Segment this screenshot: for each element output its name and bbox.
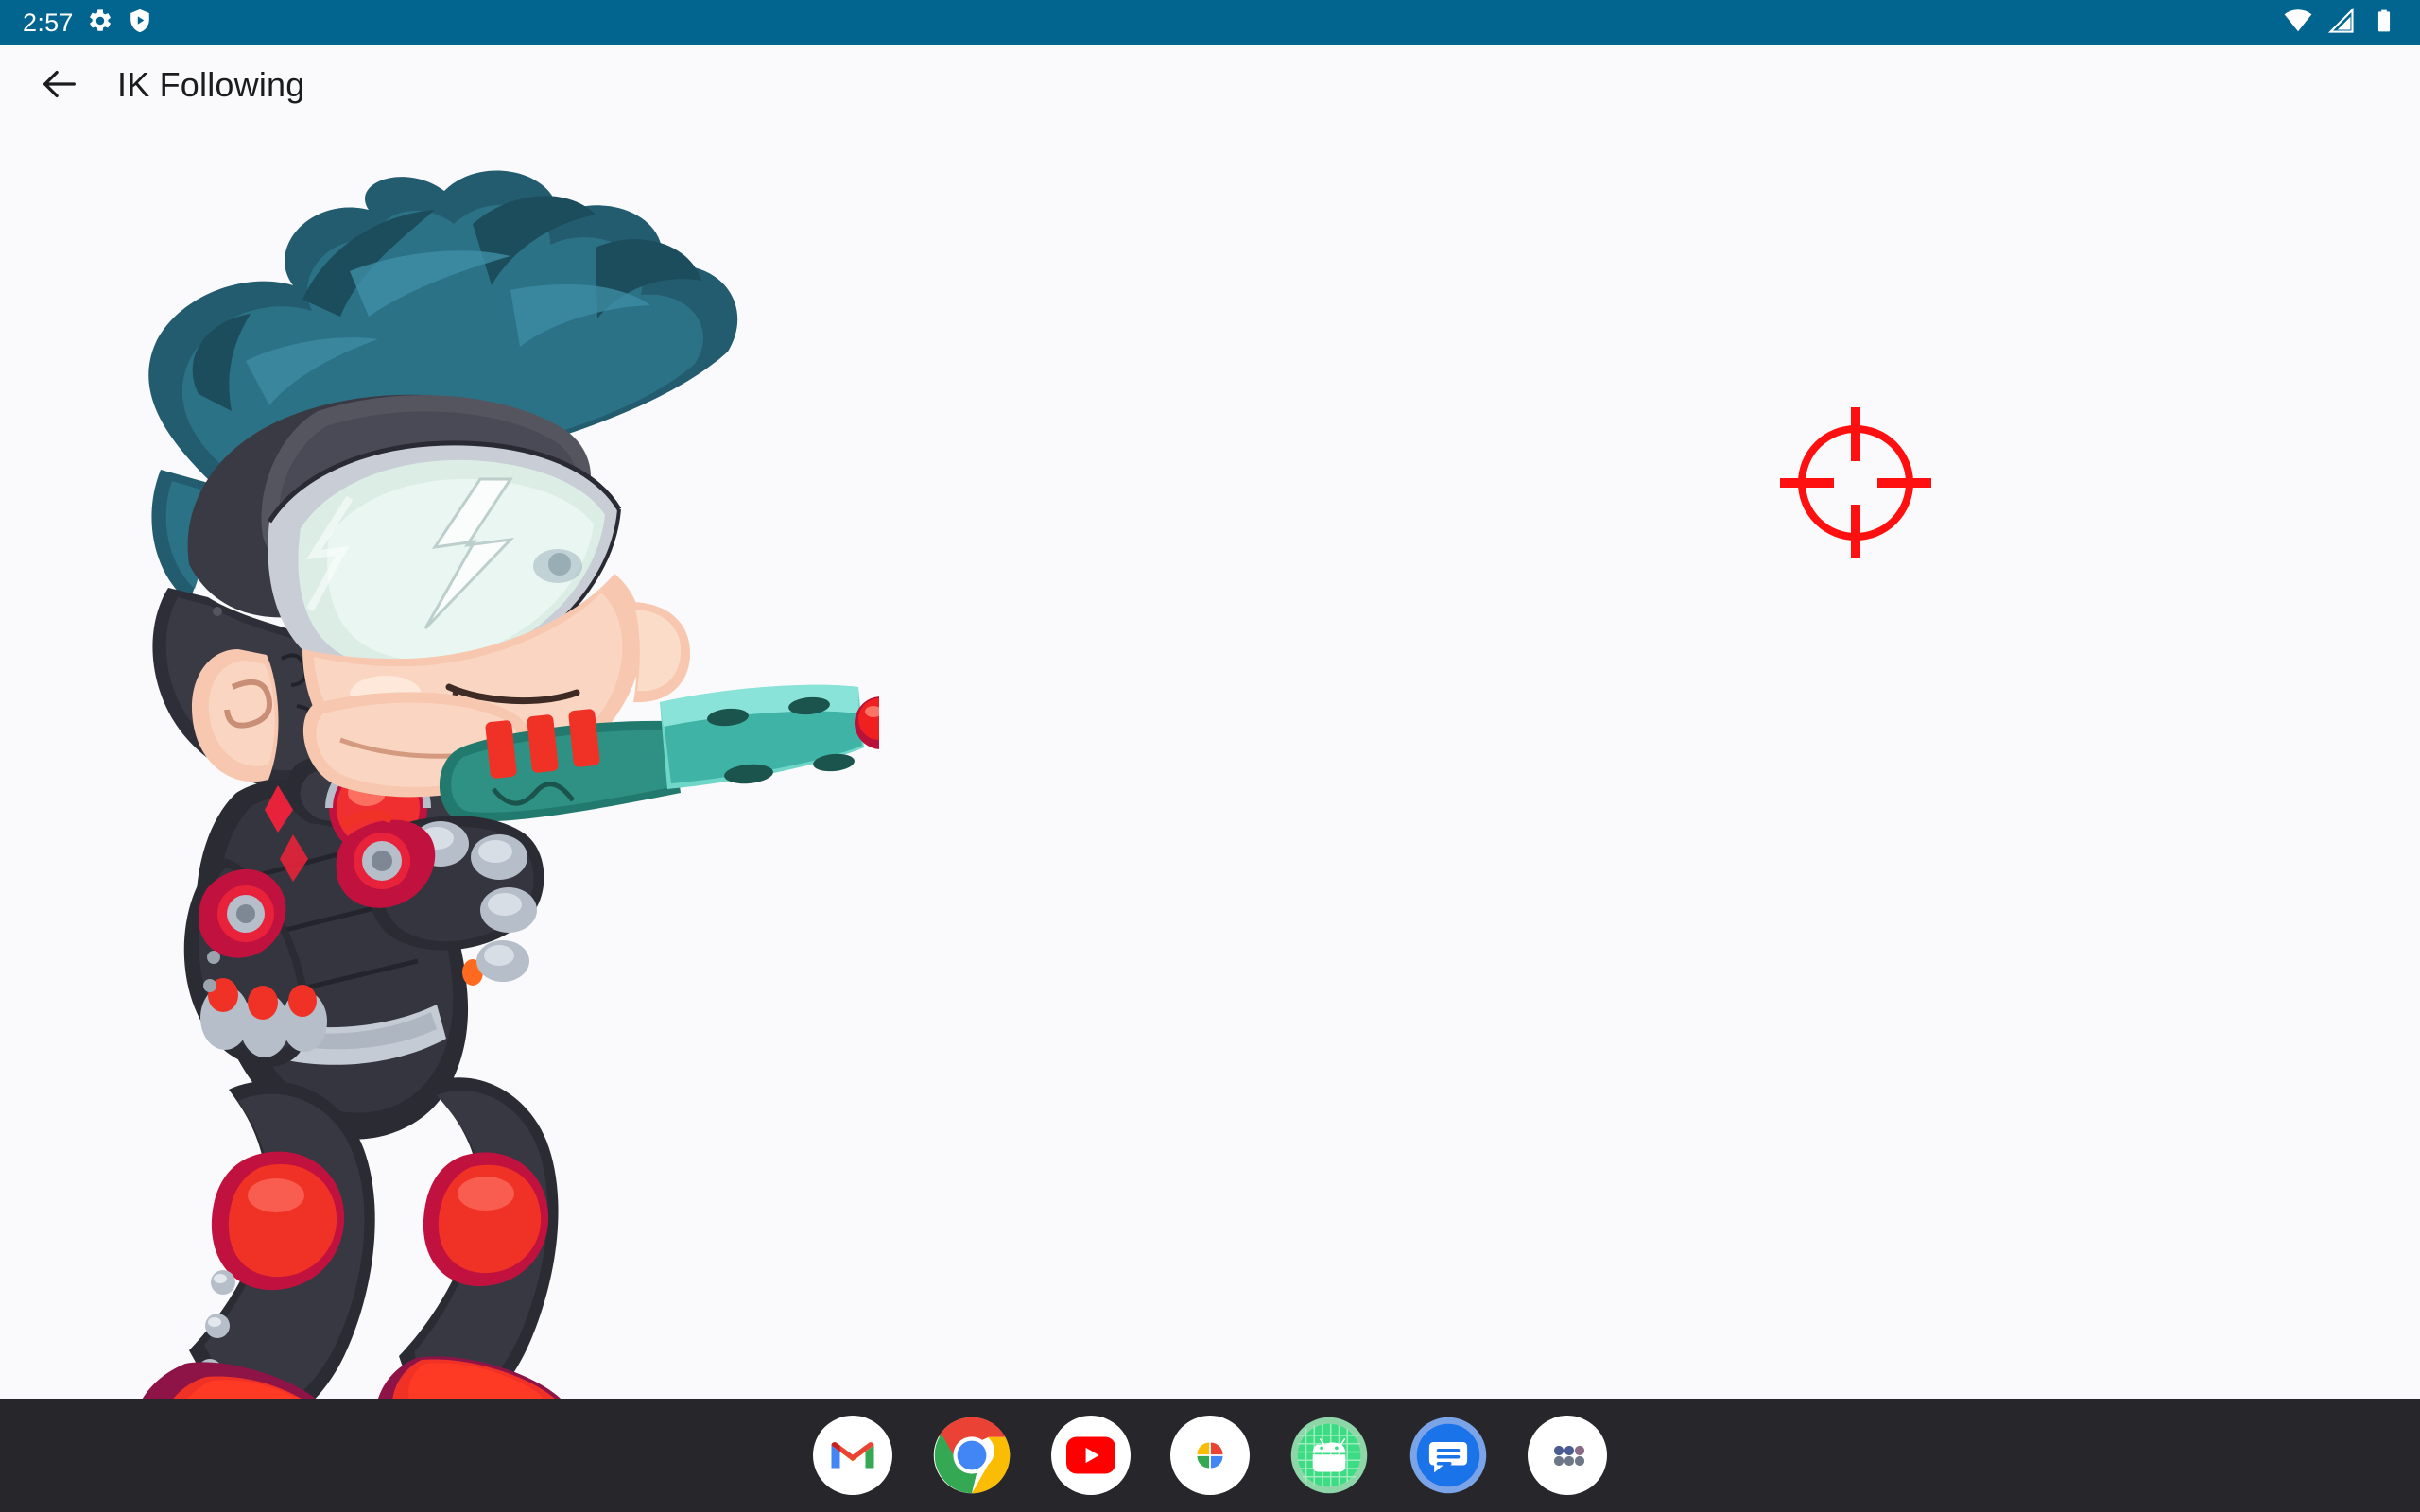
gmail-icon[interactable] xyxy=(813,1416,892,1495)
app-bar: IK Following xyxy=(0,45,2420,125)
taskbar-app-list xyxy=(813,1416,1607,1495)
battery-icon xyxy=(2371,8,2397,39)
status-bar-right-group xyxy=(2284,7,2397,40)
cellular-signal-icon xyxy=(2327,7,2356,40)
settings-gear-icon xyxy=(87,8,113,39)
taskbar xyxy=(0,1399,2420,1512)
app-drawer-icon[interactable] xyxy=(1528,1416,1607,1495)
page-title: IK Following xyxy=(117,65,305,104)
wifi-icon xyxy=(2284,7,2312,40)
character-sprite[interactable] xyxy=(66,158,908,1399)
messages-icon[interactable] xyxy=(1409,1416,1488,1495)
canvas-stage[interactable] xyxy=(0,125,2420,1399)
shield-play-icon xyxy=(127,8,153,39)
youtube-icon[interactable] xyxy=(1051,1416,1131,1495)
chrome-icon[interactable] xyxy=(932,1416,1011,1495)
google-photos-icon[interactable] xyxy=(1170,1416,1250,1495)
status-bar: 2:57 xyxy=(0,0,2420,45)
status-clock: 2:57 xyxy=(23,8,74,37)
back-arrow-icon xyxy=(38,62,81,109)
status-bar-left-group: 2:57 xyxy=(23,8,153,39)
crosshair-target-icon[interactable] xyxy=(1779,406,1932,559)
android-icon[interactable] xyxy=(1289,1416,1369,1495)
back-button[interactable] xyxy=(32,58,87,112)
